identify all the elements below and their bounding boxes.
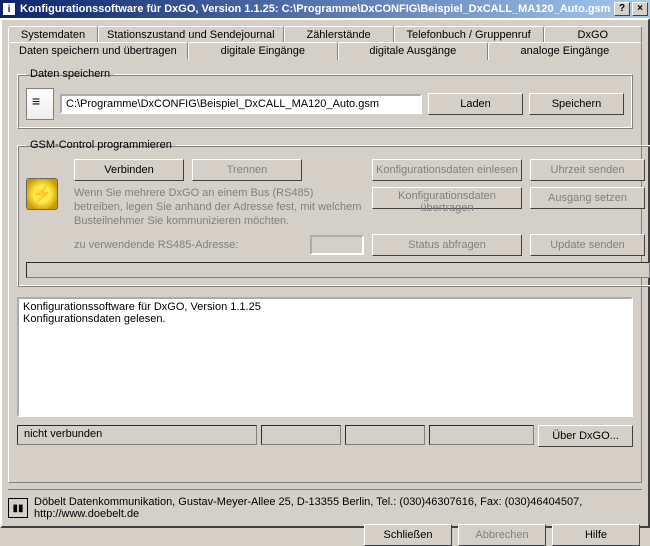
connect-button[interactable]: Verbinden [74, 159, 184, 181]
gsm-group: GSM-Control programmieren ⚡ Verbinden Tr… [17, 139, 650, 287]
window-title: Konfigurationssoftware für DxGO, Version… [20, 3, 612, 15]
write-config-button[interactable]: Konfigurationsdaten übertragen [372, 187, 522, 209]
file-path-input[interactable] [60, 94, 422, 114]
tab-analoge-eingaenge[interactable]: analoge Eingänge [488, 42, 642, 60]
gsm-group-legend: GSM-Control programmieren [26, 139, 176, 151]
title-bar: i Konfigurationssoftware für DxGO, Versi… [0, 0, 650, 18]
app-icon: i [2, 2, 16, 16]
status-cell-2 [261, 425, 341, 445]
log-output: Konfigurationssoftware für DxGO, Version… [17, 297, 633, 417]
gsm-instructions: Wenn Sie mehrere DxGO an einem Bus (RS48… [74, 187, 364, 228]
tabs-lower-row: Daten speichern und übertragen digitale … [8, 42, 642, 60]
status-row: nicht verbunden Über DxGO... [17, 425, 633, 447]
set-output-button[interactable]: Ausgang setzen [530, 187, 645, 209]
tab-digitale-eingaenge[interactable]: digitale Eingänge [188, 42, 338, 60]
load-button[interactable]: Laden [428, 93, 523, 115]
save-group: Daten speichern Laden Speichern [17, 68, 633, 129]
rs485-addr-label: zu verwendende RS485-Adresse: [74, 239, 302, 251]
tab-stationszustand[interactable]: Stationszustand und Sendejournal [98, 26, 284, 43]
close-button[interactable]: × [632, 2, 648, 16]
tab-zaehlerstaende[interactable]: Zählerstände [284, 26, 394, 43]
status-cell-3 [345, 425, 425, 445]
company-logo-icon: ▮▮ [8, 498, 28, 518]
tab-telefonbuch[interactable]: Telefonbuch / Gruppenruf [394, 26, 544, 43]
dialog-buttons: Schließen Abbrechen Hilfe [8, 524, 642, 546]
tab-daten-speichern[interactable]: Daten speichern und übertragen [8, 42, 188, 60]
save-button[interactable]: Speichern [529, 93, 624, 115]
read-config-button[interactable]: Konfigurationsdaten einlesen [372, 159, 522, 181]
disconnect-button[interactable]: Trennen [192, 159, 302, 181]
file-icon [26, 88, 54, 120]
cancel-dialog-button[interactable]: Abbrechen [458, 524, 546, 546]
close-dialog-button[interactable]: Schließen [364, 524, 452, 546]
send-time-button[interactable]: Uhrzeit senden [530, 159, 645, 181]
progress-bar [26, 262, 650, 278]
tab-panel: Daten speichern Laden Speichern GSM-Cont… [8, 59, 642, 483]
query-status-button[interactable]: Status abfragen [372, 234, 522, 256]
help-dialog-button[interactable]: Hilfe [552, 524, 640, 546]
footer-text: Döbelt Datenkommunikation, Gustav-Meyer-… [34, 496, 642, 520]
status-connection: nicht verbunden [17, 425, 257, 445]
status-cell-4 [429, 425, 534, 445]
window-body: Systemdaten Stationszustand und Sendejou… [0, 18, 650, 528]
tabs-upper-row: Systemdaten Stationszustand und Sendejou… [8, 26, 642, 43]
tab-dxgo[interactable]: DxGO [544, 26, 642, 43]
save-group-legend: Daten speichern [26, 68, 114, 80]
footer: ▮▮ Döbelt Datenkommunikation, Gustav-Mey… [8, 489, 642, 520]
send-update-button[interactable]: Update senden [530, 234, 645, 256]
rs485-addr-input[interactable] [310, 235, 364, 255]
tab-digitale-ausgaenge[interactable]: digitale Ausgänge [338, 42, 488, 60]
help-button[interactable]: ? [614, 2, 630, 16]
tab-systemdaten[interactable]: Systemdaten [8, 26, 98, 43]
gsm-icon: ⚡ [26, 178, 58, 210]
about-button[interactable]: Über DxGO... [538, 425, 633, 447]
